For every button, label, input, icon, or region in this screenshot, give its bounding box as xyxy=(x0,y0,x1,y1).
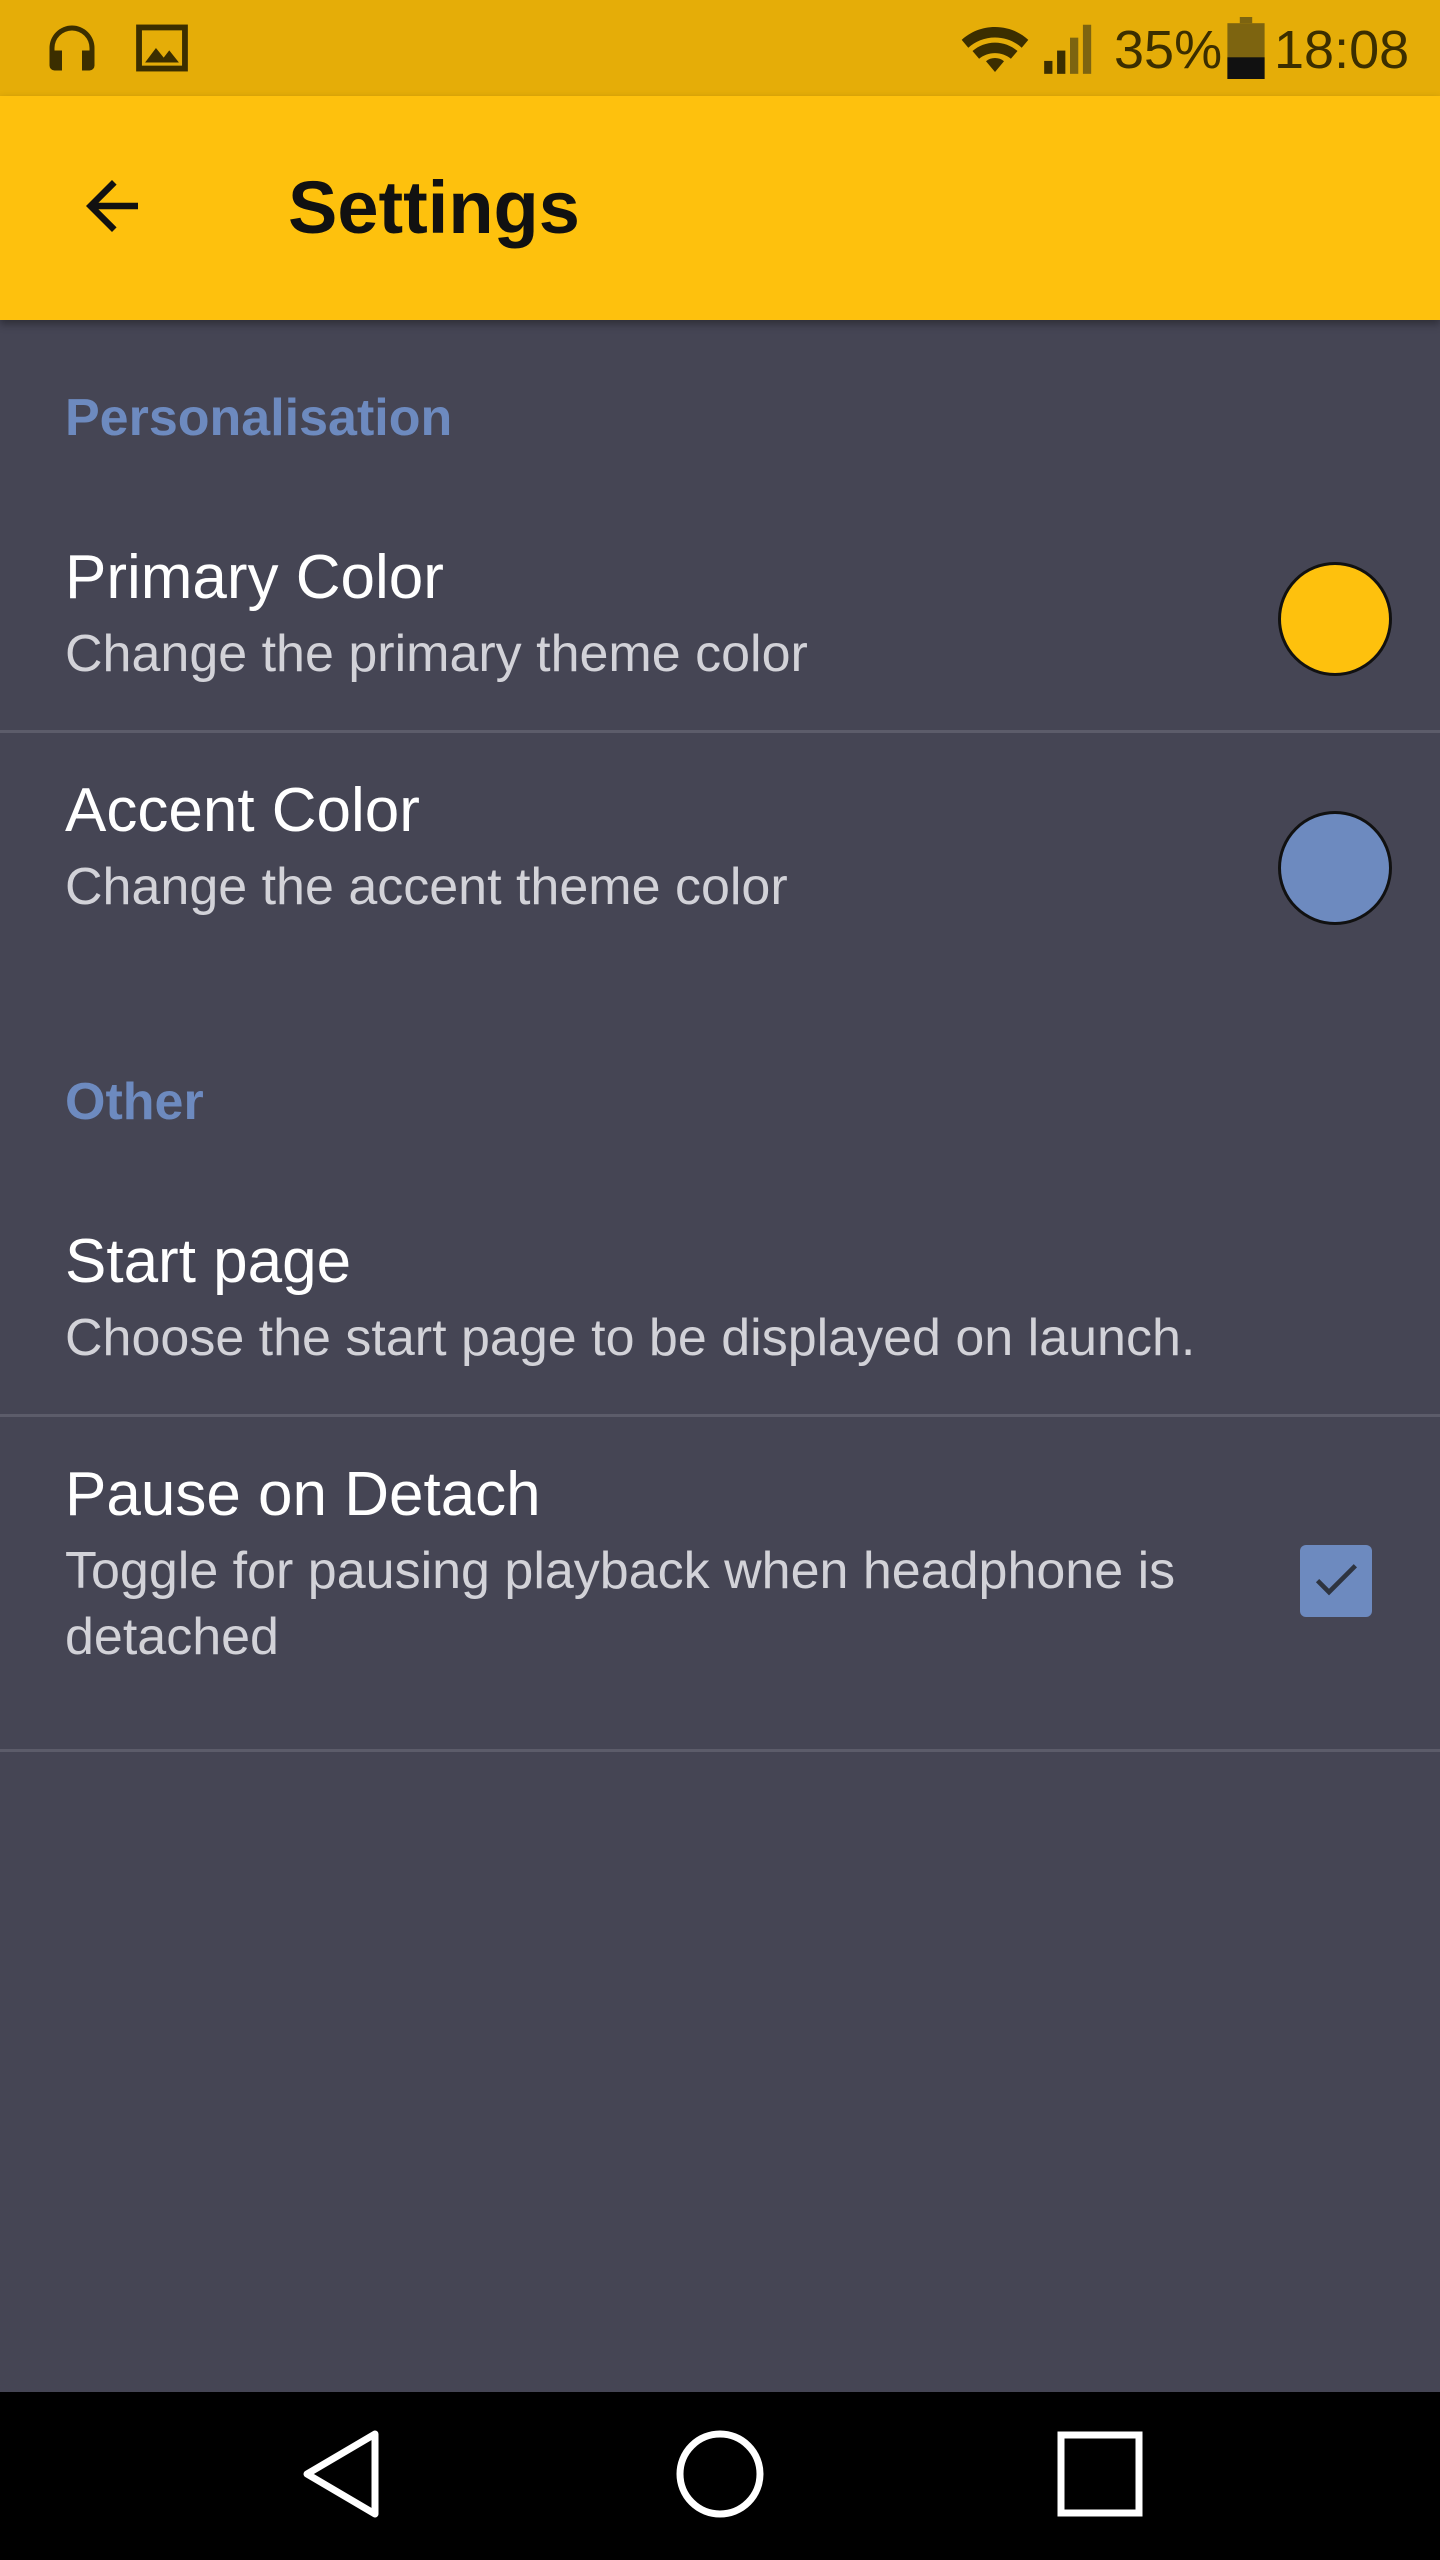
arrow-left-icon xyxy=(73,167,151,250)
nav-recents-button[interactable] xyxy=(1000,2392,1200,2560)
pause-on-detach-checkbox[interactable] xyxy=(1300,1545,1372,1617)
pref-summary: Toggle for pausing playback when headpho… xyxy=(65,1542,1176,1666)
pref-start-page[interactable]: Start page Choose the start page to be d… xyxy=(0,1184,1440,1434)
pref-accent-color[interactable]: Accent Color Change the accent theme col… xyxy=(0,733,1440,983)
pref-title: Accent Color xyxy=(65,776,420,845)
divider xyxy=(0,1749,1440,1752)
accent-color-swatch[interactable] xyxy=(1278,811,1392,925)
wifi-icon xyxy=(955,0,1035,96)
nav-back-button[interactable] xyxy=(240,2392,440,2560)
pref-title: Primary Color xyxy=(65,543,444,612)
primary-color-swatch[interactable] xyxy=(1278,562,1392,676)
system-nav-bar xyxy=(0,2392,1440,2560)
battery-percent: 35% xyxy=(1114,20,1223,80)
back-triangle-icon xyxy=(295,2426,385,2527)
pref-pause-on-detach[interactable]: Pause on Detach Toggle for pausing playb… xyxy=(0,1417,1440,1752)
headphones-icon xyxy=(40,0,104,96)
signal-icon xyxy=(1038,0,1102,96)
clock: 18:08 xyxy=(1274,20,1410,80)
recents-square-icon xyxy=(1055,2429,1145,2524)
battery-icon xyxy=(1222,0,1270,96)
section-header-personalisation: Personalisation xyxy=(65,389,453,447)
pref-summary: Choose the start page to be displayed on… xyxy=(65,1309,1196,1367)
page-title: Settings xyxy=(288,166,580,249)
app-toolbar: Settings xyxy=(0,96,1440,320)
pref-title: Start page xyxy=(65,1227,352,1296)
back-button[interactable] xyxy=(48,144,176,272)
pref-title: Pause on Detach xyxy=(65,1460,541,1529)
status-bar: 35% 18:08 xyxy=(0,0,1440,96)
nav-home-button[interactable] xyxy=(620,2392,820,2560)
section-header-other: Other xyxy=(65,1073,204,1131)
home-circle-icon xyxy=(672,2426,768,2527)
pref-primary-color[interactable]: Primary Color Change the primary theme c… xyxy=(0,500,1440,750)
checkmark-icon xyxy=(1308,1551,1364,1612)
pref-summary: Change the primary theme color xyxy=(65,625,808,683)
pref-summary: Change the accent theme color xyxy=(65,858,788,916)
image-icon xyxy=(130,0,194,96)
